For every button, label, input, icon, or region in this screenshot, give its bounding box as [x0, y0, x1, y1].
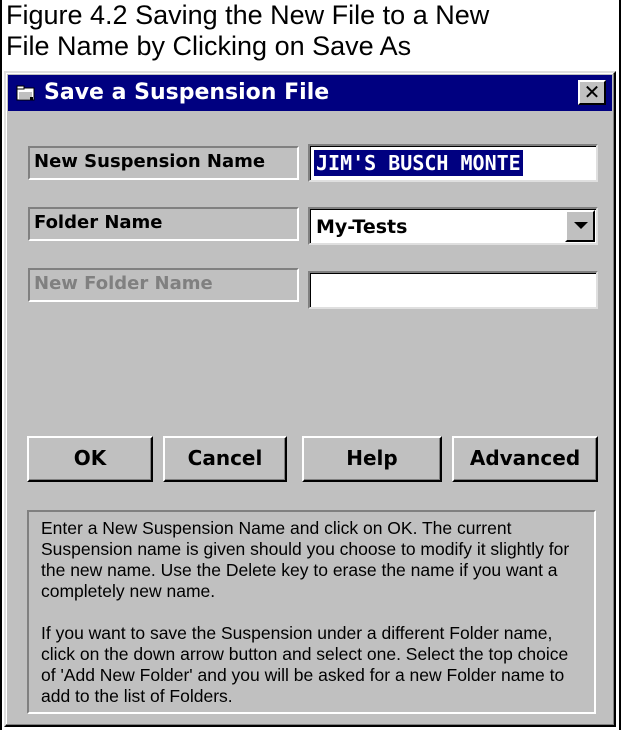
help-text-panel: Enter a New Suspension Name and click on… — [27, 510, 596, 714]
help-paragraph-2: If you want to save the Suspension under… — [41, 623, 569, 706]
new-folder-name-input[interactable] — [308, 271, 598, 309]
chevron-down-icon — [574, 222, 588, 229]
dialog-title: Save a Suspension File — [44, 80, 330, 105]
dialog-titlebar[interactable]: Save a Suspension File ✕ — [8, 75, 612, 111]
ok-button[interactable]: OK — [27, 436, 153, 482]
suspension-name-input[interactable]: JIM'S BUSCH MONTE — [308, 144, 598, 182]
folder-name-select[interactable]: My-Tests — [308, 207, 598, 245]
folder-icon[interactable] — [16, 84, 36, 102]
close-button[interactable]: ✕ — [578, 80, 606, 105]
save-suspension-dialog: Save a Suspension File ✕ New Suspension … — [4, 71, 616, 727]
suspension-name-value: JIM'S BUSCH MONTE — [314, 150, 523, 176]
help-paragraph-1: Enter a New Suspension Name and click on… — [41, 518, 570, 601]
close-icon: ✕ — [583, 80, 601, 104]
new-folder-name-label: New Folder Name — [28, 268, 299, 302]
caption-line-2: File Name by Clicking on Save As — [6, 31, 412, 61]
folder-dropdown-button[interactable] — [565, 210, 595, 242]
figure-caption: Figure 4.2 Saving the New File to a New … — [6, 0, 614, 62]
suspension-name-label: New Suspension Name — [28, 146, 299, 180]
help-button[interactable]: Help — [302, 436, 442, 482]
advanced-button[interactable]: Advanced — [452, 436, 598, 482]
folder-name-label: Folder Name — [28, 207, 299, 241]
cancel-button[interactable]: Cancel — [163, 436, 287, 482]
frame-border-left — [0, 0, 2, 730]
caption-line-1: Figure 4.2 Saving the New File to a New — [6, 0, 490, 30]
folder-name-value: My-Tests — [316, 216, 408, 238]
